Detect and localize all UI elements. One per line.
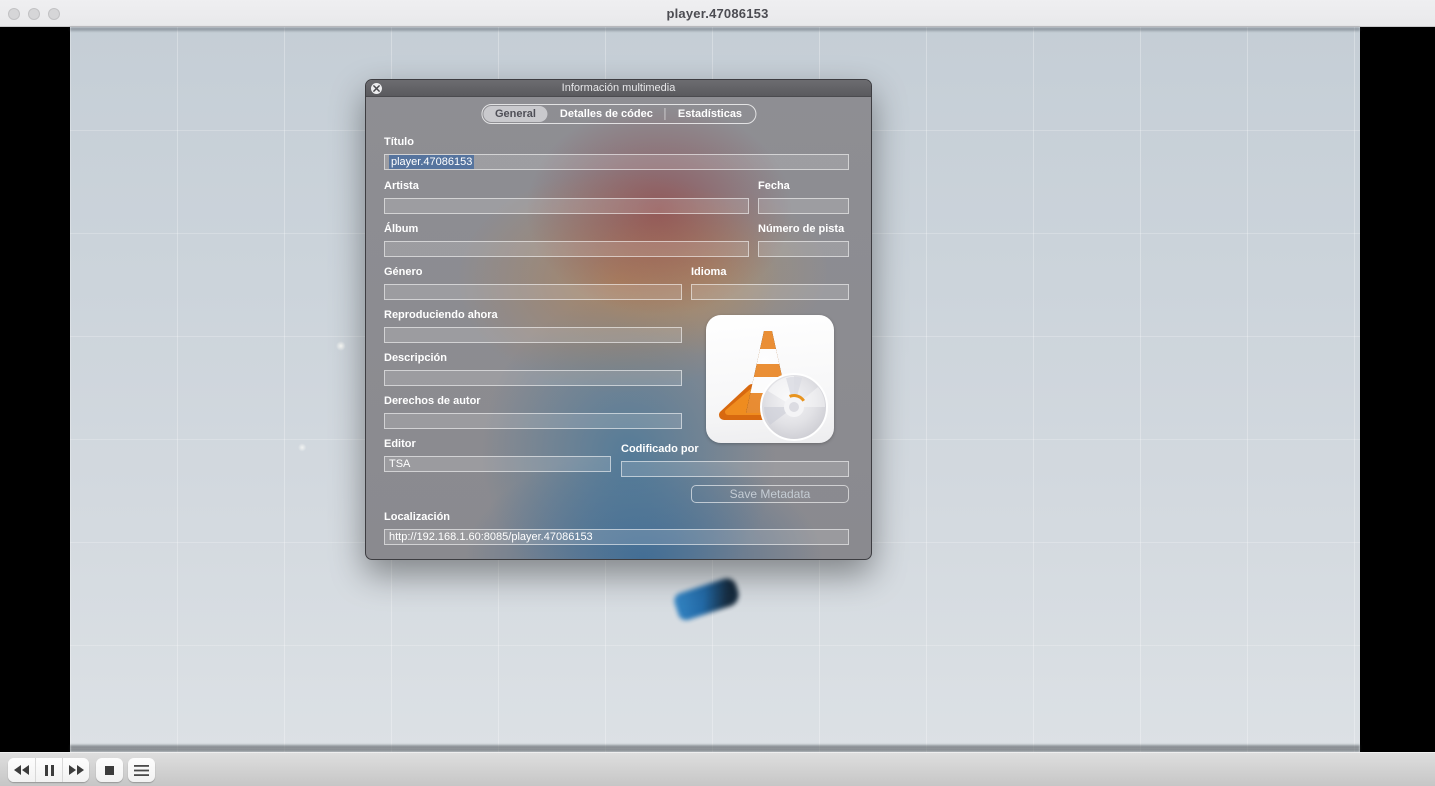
- titulo-label: Título: [384, 136, 414, 148]
- playlist-button[interactable]: [128, 758, 155, 782]
- artista-label: Artista: [384, 180, 419, 192]
- window-titlebar: player.47086153: [0, 0, 1435, 27]
- reproduciendo-ahora-field[interactable]: [384, 327, 682, 343]
- media-info-dialog: Información multimedia General Detalles …: [365, 79, 872, 560]
- titulo-field[interactable]: player.47086153: [384, 154, 849, 170]
- derechos-de-autor-field[interactable]: [384, 413, 682, 429]
- codificado-por-label: Codificado por: [621, 443, 699, 455]
- localizacion-field[interactable]: http://192.168.1.60:8085/player.47086153: [384, 529, 849, 545]
- idioma-label: Idioma: [691, 266, 726, 278]
- transport-buttons: [8, 758, 89, 782]
- traffic-lights: [8, 0, 60, 27]
- tab-detalles-de-codec[interactable]: Detalles de códec: [548, 106, 665, 122]
- tab-estadisticas[interactable]: Estadísticas: [666, 106, 754, 122]
- rewind-icon: [14, 765, 30, 775]
- fecha-field[interactable]: [758, 198, 849, 214]
- codificado-por-field[interactable]: [621, 461, 849, 477]
- rewind-button[interactable]: [8, 758, 35, 782]
- save-metadata-button[interactable]: Save Metadata: [691, 485, 849, 503]
- album-field[interactable]: [384, 241, 749, 257]
- derechos-de-autor-label: Derechos de autor: [384, 395, 481, 407]
- playlist-icon: [134, 765, 149, 776]
- genero-field[interactable]: [384, 284, 682, 300]
- genero-label: Género: [384, 266, 423, 278]
- localizacion-label: Localización: [384, 511, 450, 523]
- editor-label: Editor: [384, 438, 416, 450]
- dialog-titlebar[interactable]: Información multimedia: [366, 80, 871, 97]
- stop-icon: [105, 766, 114, 775]
- editor-field[interactable]: TSA: [384, 456, 611, 472]
- fecha-label: Fecha: [758, 180, 790, 192]
- descripcion-field[interactable]: [384, 370, 682, 386]
- reproduciendo-ahora-label: Reproduciendo ahora: [384, 309, 498, 321]
- numero-de-pista-label: Número de pista: [758, 223, 844, 235]
- circle-x-icon: [373, 85, 380, 92]
- vlc-cone-disc-icon: [706, 315, 834, 443]
- player-controlbar: 00:23: [0, 752, 1435, 786]
- window-close-button[interactable]: [8, 8, 20, 20]
- dialog-close-button[interactable]: [371, 83, 382, 94]
- blurred-video-object: [672, 576, 742, 622]
- tab-general[interactable]: General: [483, 106, 548, 122]
- window-minimize-button[interactable]: [28, 8, 40, 20]
- window-title: player.47086153: [666, 6, 768, 21]
- tab-bar: General Detalles de códec Estadísticas: [481, 104, 756, 124]
- artista-field[interactable]: [384, 198, 749, 214]
- fast-forward-icon: [68, 765, 84, 775]
- fast-forward-button[interactable]: [62, 758, 89, 782]
- album-label: Álbum: [384, 223, 418, 235]
- numero-de-pista-field[interactable]: [758, 241, 849, 257]
- descripcion-label: Descripción: [384, 352, 447, 364]
- window-zoom-button[interactable]: [48, 8, 60, 20]
- pause-icon: [45, 765, 54, 776]
- stop-button[interactable]: [96, 758, 123, 782]
- pause-button[interactable]: [35, 758, 62, 782]
- idioma-field[interactable]: [691, 284, 849, 300]
- selected-text: player.47086153: [389, 155, 474, 169]
- dialog-title: Información multimedia: [562, 82, 676, 94]
